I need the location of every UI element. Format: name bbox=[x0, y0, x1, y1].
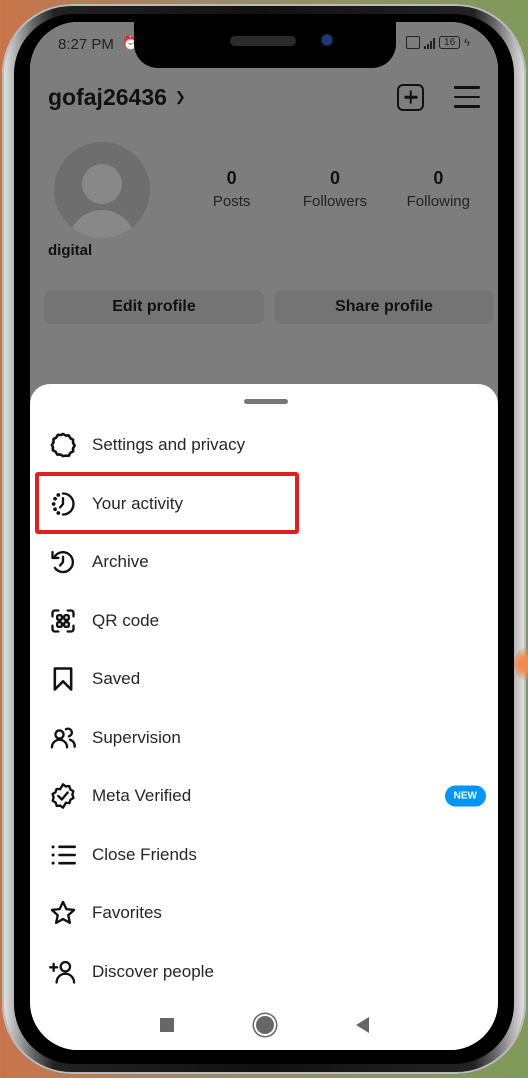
menu-label: Archive bbox=[92, 552, 149, 572]
home-icon[interactable] bbox=[255, 1016, 274, 1034]
username[interactable]: gofaj26436 bbox=[48, 84, 167, 111]
charging-icon: ϟ bbox=[464, 36, 470, 49]
menu-item-favorites[interactable]: Favorites bbox=[30, 884, 498, 943]
star-icon bbox=[48, 898, 78, 928]
share-profile-button[interactable]: Share profile bbox=[274, 290, 494, 324]
add-person-icon bbox=[48, 957, 78, 987]
avatar[interactable] bbox=[54, 142, 150, 238]
settings-icon bbox=[48, 430, 78, 460]
menu-label: Close Friends bbox=[92, 844, 197, 864]
menu-item-settings-and-privacy[interactable]: Settings and privacy bbox=[30, 416, 498, 475]
menu-item-close-friends[interactable]: Close Friends bbox=[30, 826, 498, 885]
menu-label: Settings and privacy bbox=[92, 435, 246, 455]
menu-label: Saved bbox=[92, 669, 141, 689]
menu-item-discover-people[interactable]: Discover people bbox=[30, 943, 498, 1002]
supervision-icon bbox=[48, 723, 78, 753]
activity-icon bbox=[48, 489, 78, 519]
stat-label: Posts bbox=[212, 193, 251, 210]
menu-label: QR code bbox=[92, 610, 160, 630]
status-time: 8:27 PM bbox=[58, 36, 114, 53]
stat-label: Followers bbox=[302, 193, 368, 210]
menu-item-qr-code[interactable]: QR code bbox=[30, 592, 498, 651]
profile-stats: 0 Posts 0 Followers 0 Following bbox=[180, 168, 490, 210]
battery-icon: 16 bbox=[439, 36, 461, 49]
menu-item-archive[interactable]: Archive bbox=[30, 533, 498, 592]
stat-posts[interactable]: 0 Posts bbox=[180, 168, 283, 210]
verified-badge-icon bbox=[48, 781, 78, 811]
back-icon[interactable] bbox=[355, 1017, 369, 1033]
profile-header: gofaj26436 ❯ bbox=[48, 77, 480, 117]
menu-item-saved[interactable]: Saved bbox=[30, 650, 498, 709]
menu-list: Settings and privacy Your activity Archi… bbox=[30, 416, 498, 1001]
profile-buttons: Edit profile Share profile bbox=[44, 290, 494, 324]
stat-label: Following bbox=[406, 193, 470, 210]
create-post-icon[interactable] bbox=[397, 83, 424, 111]
menu-label: Discover people bbox=[92, 961, 214, 981]
menu-label: Your activity bbox=[92, 493, 184, 513]
menu-label: Supervision bbox=[92, 727, 181, 747]
edit-profile-button[interactable]: Edit profile bbox=[44, 290, 264, 324]
drag-handle[interactable] bbox=[244, 399, 288, 404]
stat-count: 0 bbox=[329, 168, 340, 188]
archive-icon bbox=[48, 547, 78, 577]
stat-count: 0 bbox=[433, 168, 444, 188]
qr-code-icon bbox=[48, 606, 78, 636]
menu-item-supervision[interactable]: Supervision bbox=[30, 709, 498, 768]
speaker bbox=[230, 36, 296, 46]
front-camera bbox=[322, 35, 332, 45]
status-icons: 16 ϟ bbox=[406, 36, 470, 49]
menu-label: Favorites bbox=[92, 903, 162, 923]
display-name: digital bbox=[48, 242, 93, 259]
menu-item-meta-verified[interactable]: Meta Verified NEW bbox=[30, 767, 498, 826]
menu-item-your-activity[interactable]: Your activity bbox=[30, 475, 498, 534]
hamburger-menu-icon[interactable] bbox=[454, 86, 480, 108]
new-badge: NEW bbox=[444, 785, 486, 807]
volte-icon bbox=[406, 36, 421, 49]
bookmark-icon bbox=[48, 664, 78, 694]
close-friends-icon bbox=[48, 840, 78, 870]
stat-followers[interactable]: 0 Followers bbox=[283, 168, 386, 210]
android-nav-bar bbox=[30, 1000, 498, 1050]
stat-count: 0 bbox=[226, 168, 237, 188]
bottom-sheet-menu: Settings and privacy Your activity Archi… bbox=[30, 384, 498, 1050]
notch bbox=[134, 22, 396, 68]
menu-label: Meta Verified bbox=[92, 786, 192, 806]
phone-screen: 8:27 PM ⏰ 16 ϟ gofaj26436 ❯ 0 Posts 0 Fo… bbox=[30, 22, 498, 1050]
recent-apps-icon[interactable] bbox=[159, 1018, 174, 1032]
battery-level: 16 bbox=[444, 37, 456, 48]
chevron-down-icon[interactable]: ❯ bbox=[175, 89, 186, 105]
stat-following[interactable]: 0 Following bbox=[387, 168, 490, 210]
signal-icon bbox=[424, 37, 436, 49]
